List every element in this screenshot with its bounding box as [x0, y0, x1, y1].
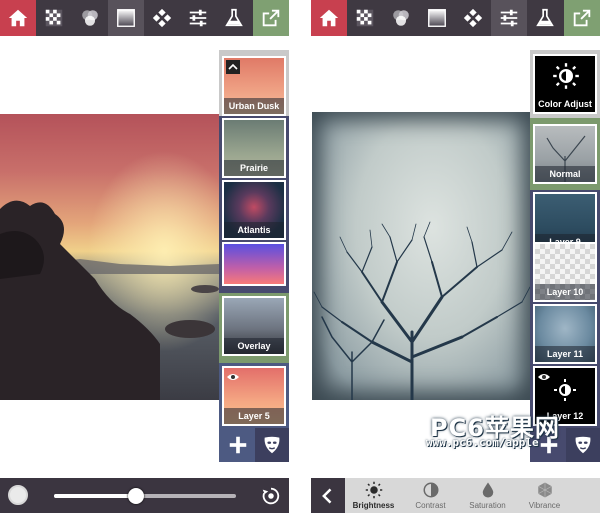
sliders-icon[interactable] — [180, 0, 216, 36]
adjust-vibrance[interactable]: Vibrance — [516, 478, 573, 513]
swap-icon — [226, 60, 240, 74]
share-icon[interactable] — [253, 0, 289, 36]
gradient-square-icon[interactable] — [419, 0, 455, 36]
gradient-square-icon[interactable] — [108, 0, 144, 36]
layer-label: Urban Dusk — [224, 98, 284, 114]
plus-icon[interactable] — [221, 428, 255, 462]
adjustment-bar: Brightness Contrast Saturation Vibrance — [311, 478, 600, 513]
drop-icon — [482, 482, 493, 498]
adjust-contrast[interactable]: Contrast — [402, 478, 459, 513]
checkerboard-icon[interactable] — [36, 0, 72, 36]
brightness-sun-icon — [554, 379, 576, 401]
layer-tile[interactable]: Urban Dusk — [222, 56, 286, 116]
watermark-url: www.pc6.com/apple — [426, 436, 539, 449]
home-icon[interactable] — [311, 0, 347, 36]
share-icon[interactable] — [564, 0, 600, 36]
checkerboard-icon[interactable] — [347, 0, 383, 36]
diamond-grid-icon[interactable] — [455, 0, 491, 36]
layer-label: Layer 5 — [224, 408, 284, 424]
layer-label: Layer 11 — [535, 346, 595, 362]
adjust-label: Brightness — [352, 501, 395, 510]
adjust-label: Contrast — [415, 501, 446, 510]
layer-tile[interactable]: Layer 11 — [533, 304, 597, 364]
top-toolbar-left — [0, 0, 289, 36]
eye-icon[interactable] — [537, 370, 551, 384]
mask-icon[interactable] — [255, 428, 289, 462]
layer-tile[interactable]: Layer 5 — [222, 366, 286, 426]
adjust-brightness[interactable]: Brightness — [345, 478, 402, 513]
adjust-label: Saturation — [469, 501, 506, 510]
home-icon[interactable] — [0, 0, 36, 36]
brightness-sun-icon — [553, 63, 579, 89]
layer-tile[interactable] — [222, 242, 286, 286]
layer-tile[interactable]: Atlantis — [222, 180, 286, 240]
opacity-circle-icon[interactable] — [8, 485, 28, 505]
app-screenshot: Urban Dusk Prairie Atlantis Overlay Laye… — [0, 0, 600, 513]
sun-icon — [365, 481, 382, 499]
contrast-icon — [423, 482, 438, 498]
layer-label: Layer 10 — [535, 284, 595, 300]
adjust-saturation[interactable]: Saturation — [459, 478, 516, 513]
sliders-icon[interactable] — [491, 0, 527, 36]
adjust-label: Vibrance — [528, 501, 561, 510]
opacity-slider[interactable] — [54, 488, 236, 504]
flask-icon[interactable] — [527, 0, 563, 36]
layer-label: Color Adjust — [538, 99, 592, 109]
flask-icon[interactable] — [216, 0, 252, 36]
mask-icon[interactable] — [566, 428, 600, 462]
top-toolbar-right — [311, 0, 600, 36]
diamond-grid-icon[interactable] — [144, 0, 180, 36]
bottom-bar-left — [0, 478, 289, 513]
left-editor-panel: Urban Dusk Prairie Atlantis Overlay Laye… — [0, 0, 289, 513]
photo-canvas[interactable] — [0, 114, 219, 400]
layer-tile[interactable]: Color Adjust — [533, 54, 597, 114]
eye-icon[interactable] — [226, 370, 240, 384]
layer-label: Atlantis — [224, 222, 284, 238]
layer-label: Prairie — [224, 160, 284, 176]
layer-panel-left: Urban Dusk Prairie Atlantis Overlay Laye… — [219, 50, 289, 462]
layer-tile[interactable]: Layer 10 — [533, 242, 597, 302]
back-chevron-icon[interactable] — [311, 478, 345, 513]
layer-tile[interactable]: Prairie — [222, 118, 286, 178]
layer-label: Normal — [535, 166, 595, 182]
layer-panel-right: Color Adjust Normal Layer 9 Layer 10 Lay… — [530, 50, 600, 462]
slider-thumb[interactable] — [127, 488, 144, 504]
layer-tile[interactable]: Normal — [533, 124, 597, 184]
slider-fill — [54, 494, 136, 498]
layer-tile[interactable]: Overlay — [222, 296, 286, 356]
gem-icon — [537, 482, 552, 498]
photo-canvas-texture[interactable] — [312, 112, 531, 400]
reset-icon[interactable] — [260, 485, 282, 507]
blend-circles-icon[interactable] — [72, 0, 108, 36]
blend-circles-icon[interactable] — [383, 0, 419, 36]
layer-label: Overlay — [224, 338, 284, 354]
